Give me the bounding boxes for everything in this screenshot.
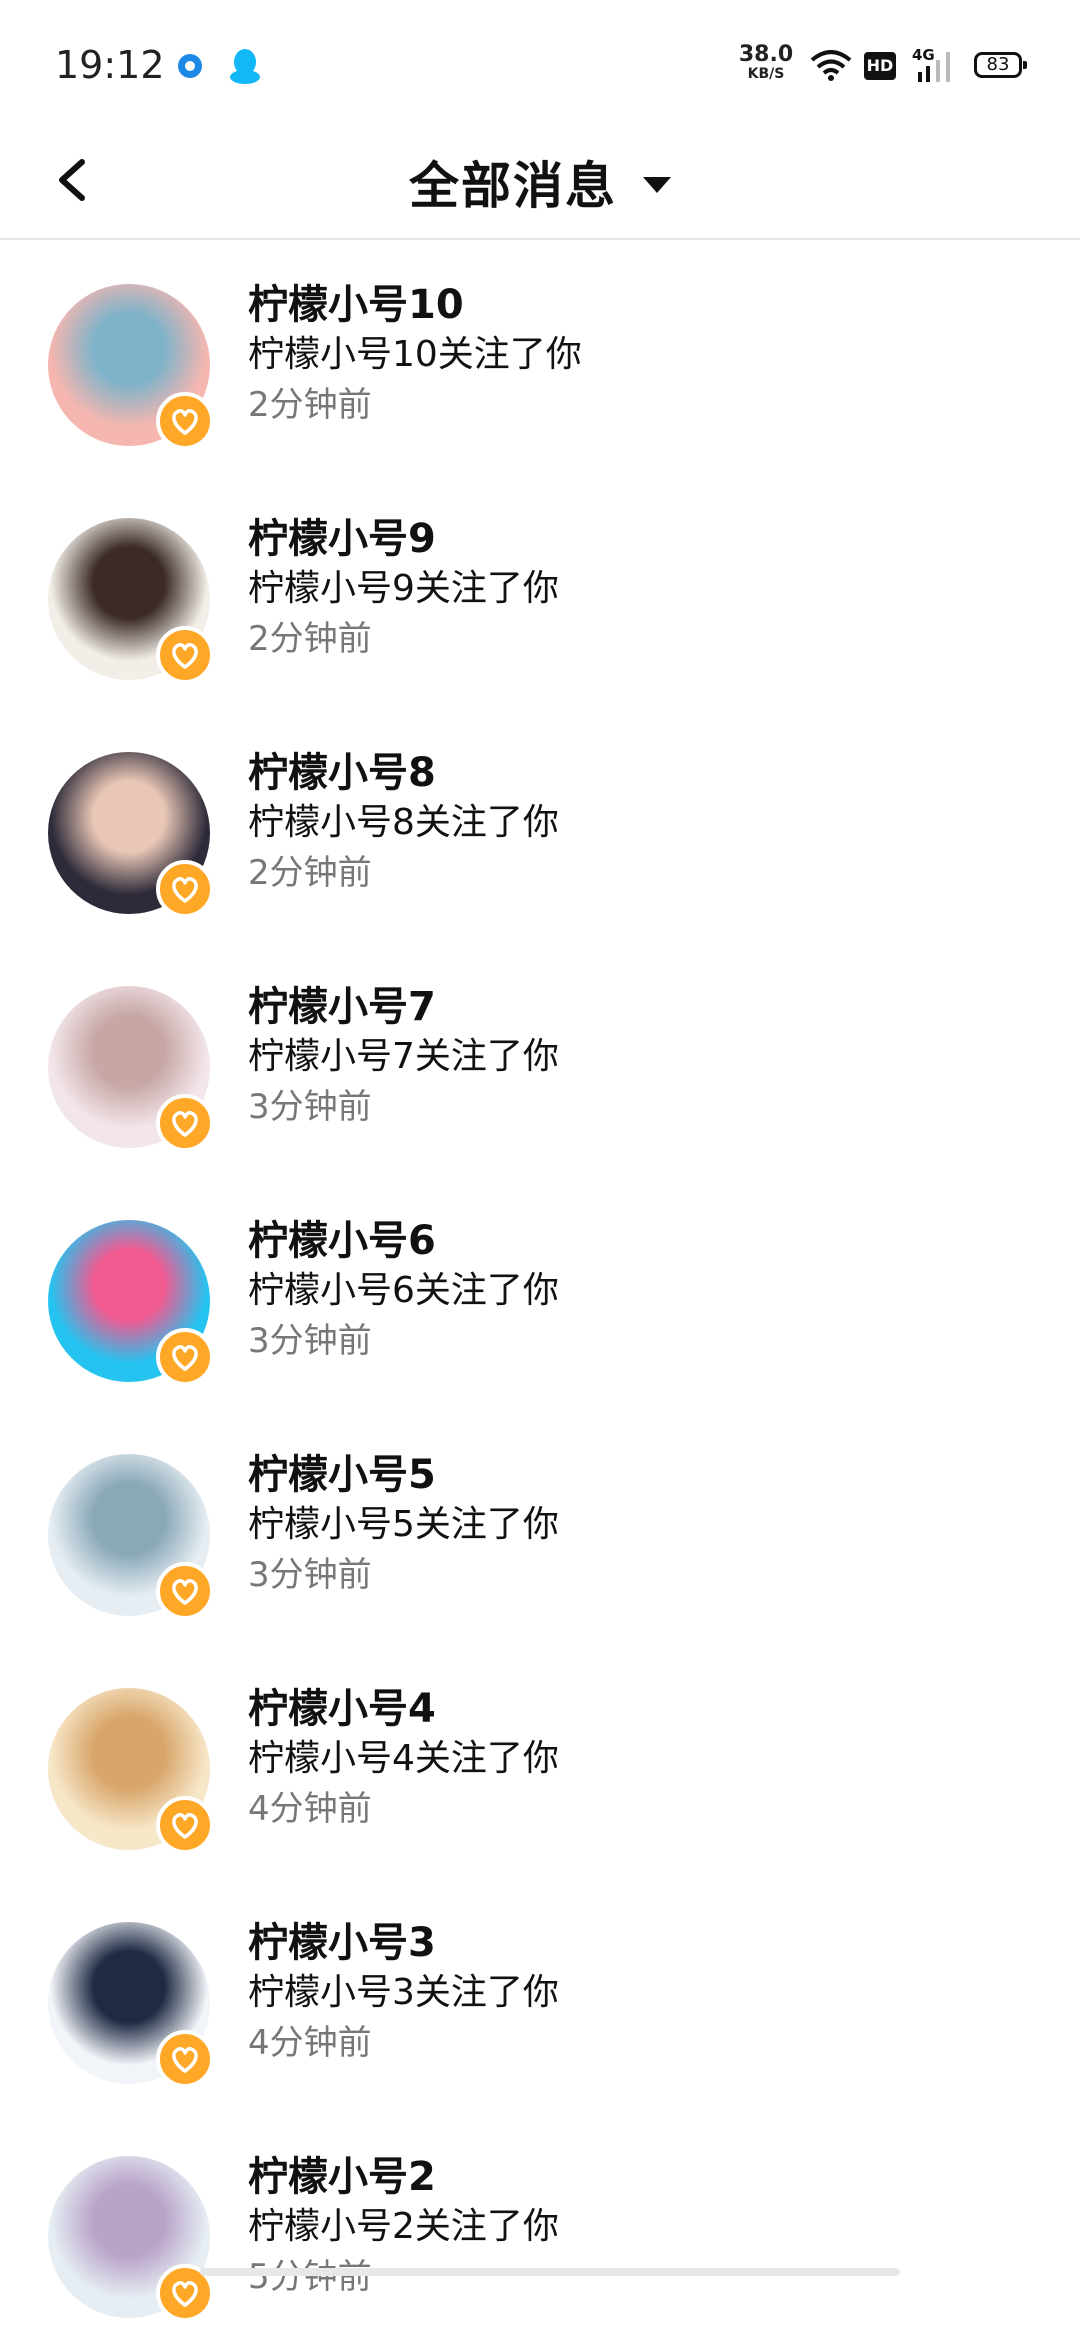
follow-heart-badge bbox=[156, 2030, 214, 2088]
item-name: 柠檬小号8 bbox=[248, 750, 436, 796]
heart-icon bbox=[172, 2047, 198, 2073]
heart-icon bbox=[172, 1111, 198, 1137]
item-message: 柠檬小号2关注了你 bbox=[248, 2206, 559, 2247]
app-notification-icon bbox=[178, 54, 202, 78]
item-time: 4分钟前 bbox=[248, 1789, 372, 1829]
follow-heart-badge bbox=[156, 1796, 214, 1854]
item-time: 5分钟前 bbox=[248, 2257, 372, 2297]
network-speed-value: 38.0 bbox=[738, 42, 794, 67]
caret-down-icon[interactable] bbox=[643, 177, 671, 193]
status-time: 19:12 bbox=[55, 43, 165, 87]
item-time: 3分钟前 bbox=[248, 1087, 372, 1127]
network-speed-unit: KB/S bbox=[747, 66, 785, 82]
message-list-item[interactable]: 柠檬小号6 柠檬小号6关注了你 3分钟前 bbox=[0, 1176, 1080, 1410]
item-time: 2分钟前 bbox=[248, 853, 372, 893]
item-time: 2分钟前 bbox=[248, 619, 372, 659]
item-message: 柠檬小号4关注了你 bbox=[248, 1738, 559, 1779]
item-message: 柠檬小号5关注了你 bbox=[248, 1504, 559, 1545]
app-header: 全部消息 bbox=[0, 128, 1080, 240]
heart-icon bbox=[172, 2281, 198, 2307]
network-speed: 38.0 KB/S bbox=[738, 42, 794, 83]
heart-icon bbox=[172, 1579, 198, 1605]
item-name: 柠檬小号5 bbox=[248, 1452, 436, 1498]
message-list-item[interactable]: 柠檬小号10 柠檬小号10关注了你 2分钟前 bbox=[0, 240, 1080, 474]
item-message: 柠檬小号7关注了你 bbox=[248, 1036, 559, 1077]
qq-icon bbox=[230, 49, 260, 84]
title-dropdown[interactable]: 全部消息 bbox=[0, 128, 1080, 236]
signal-icon: 4G bbox=[912, 46, 960, 84]
follow-heart-badge bbox=[156, 392, 214, 450]
item-name: 柠檬小号6 bbox=[248, 1218, 436, 1264]
item-time: 4分钟前 bbox=[248, 2023, 372, 2063]
item-name: 柠檬小号10 bbox=[248, 282, 464, 328]
item-name: 柠檬小号2 bbox=[248, 2154, 436, 2200]
message-list-item[interactable]: 柠檬小号2 柠檬小号2关注了你 5分钟前 bbox=[0, 2112, 1080, 2346]
battery-indicator: 83 bbox=[974, 52, 1027, 78]
item-message: 柠檬小号8关注了你 bbox=[248, 802, 559, 843]
page-title[interactable]: 全部消息 bbox=[409, 146, 617, 218]
item-message: 柠檬小号6关注了你 bbox=[248, 1270, 559, 1311]
item-time: 3分钟前 bbox=[248, 1321, 372, 1361]
heart-icon bbox=[172, 1813, 198, 1839]
message-list-item[interactable]: 柠檬小号3 柠檬小号3关注了你 4分钟前 bbox=[0, 1878, 1080, 2112]
item-message: 柠檬小号9关注了你 bbox=[248, 568, 559, 609]
message-list-item[interactable]: 柠檬小号4 柠檬小号4关注了你 4分钟前 bbox=[0, 1644, 1080, 1878]
item-time: 2分钟前 bbox=[248, 385, 372, 425]
item-message: 柠檬小号3关注了你 bbox=[248, 1972, 559, 2013]
status-bar: 19:12 38.0 KB/S HD 4G 83 bbox=[0, 0, 1080, 128]
heart-icon bbox=[172, 643, 198, 669]
heart-icon bbox=[172, 877, 198, 903]
item-message: 柠檬小号10关注了你 bbox=[248, 334, 582, 375]
message-list-item[interactable]: 柠檬小号7 柠檬小号7关注了你 3分钟前 bbox=[0, 942, 1080, 1176]
wifi-icon bbox=[810, 50, 852, 81]
follow-heart-badge bbox=[156, 1328, 214, 1386]
item-time: 3分钟前 bbox=[248, 1555, 372, 1595]
follow-heart-badge bbox=[156, 626, 214, 684]
message-list-item[interactable]: 柠檬小号9 柠檬小号9关注了你 2分钟前 bbox=[0, 474, 1080, 708]
hd-badge: HD bbox=[864, 52, 896, 80]
heart-icon bbox=[172, 409, 198, 435]
message-list-item[interactable]: 柠檬小号8 柠檬小号8关注了你 2分钟前 bbox=[0, 708, 1080, 942]
scroll-indicator bbox=[200, 2268, 900, 2276]
item-name: 柠檬小号7 bbox=[248, 984, 436, 1030]
item-name: 柠檬小号9 bbox=[248, 516, 436, 562]
item-name: 柠檬小号4 bbox=[248, 1686, 436, 1732]
message-list-item[interactable]: 柠檬小号5 柠檬小号5关注了你 3分钟前 bbox=[0, 1410, 1080, 1644]
heart-icon bbox=[172, 1345, 198, 1371]
follow-heart-badge bbox=[156, 1094, 214, 1152]
follow-heart-badge bbox=[156, 1562, 214, 1620]
item-name: 柠檬小号3 bbox=[248, 1920, 436, 1966]
follow-heart-badge bbox=[156, 860, 214, 918]
